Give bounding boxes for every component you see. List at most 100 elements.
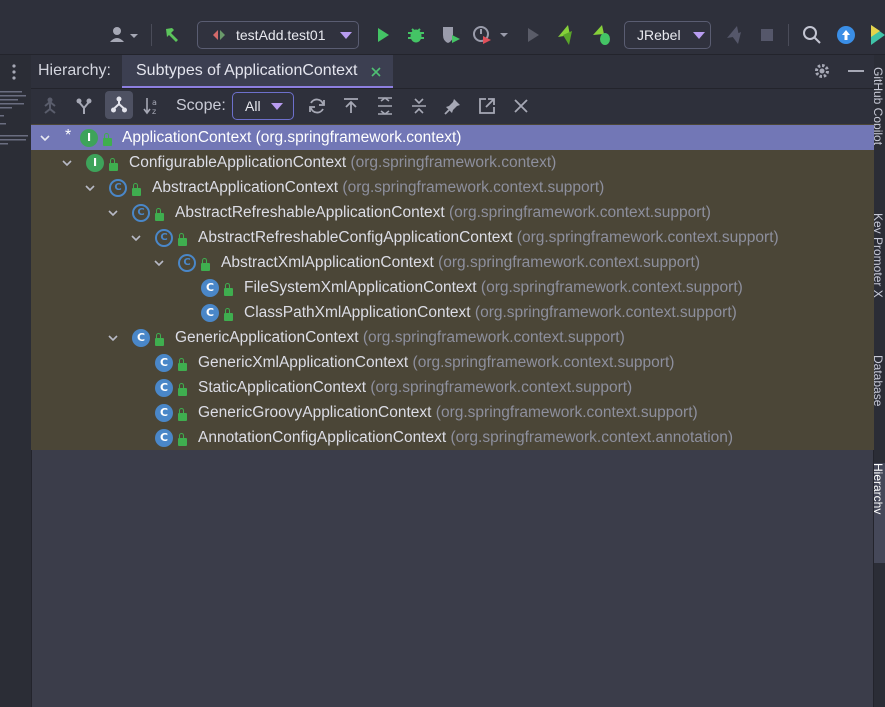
open-in-window-icon[interactable] bbox=[476, 95, 498, 117]
gear-icon[interactable] bbox=[813, 62, 831, 80]
jrebel-label: JRebel bbox=[637, 27, 681, 43]
star-marker: * bbox=[65, 127, 72, 144]
tree-row[interactable]: C AbstractApplicationContext (org.spring… bbox=[31, 175, 874, 200]
chevron-down-icon[interactable] bbox=[61, 157, 73, 169]
hierarchy-tool-tab[interactable]: Hierarchy bbox=[874, 463, 885, 563]
chevron-down-icon[interactable] bbox=[39, 132, 51, 144]
tree-row[interactable]: I ConfigurableApplicationContext (org.sp… bbox=[31, 150, 874, 175]
tree-item-label: StaticApplicationContext (org.springfram… bbox=[198, 378, 633, 396]
chevron-down-icon[interactable] bbox=[107, 207, 119, 219]
expand-all-icon[interactable] bbox=[374, 95, 396, 117]
chevron-down-icon bbox=[692, 31, 705, 39]
key-promoter-tool-tab[interactable]: Key Promoter X bbox=[874, 213, 885, 323]
svg-text:a: a bbox=[152, 98, 157, 107]
minimize-icon[interactable] bbox=[848, 70, 864, 72]
public-access-icon bbox=[155, 208, 164, 221]
code-minimap bbox=[0, 90, 31, 160]
svg-text:z: z bbox=[152, 107, 156, 116]
chevron-down-icon bbox=[270, 102, 283, 110]
hierarchy-tree: * I ApplicationContext (org.springframew… bbox=[31, 124, 874, 450]
scope-value: All bbox=[245, 98, 261, 114]
tree-row[interactable]: C AnnotationConfigApplicationContext (or… bbox=[31, 425, 874, 450]
toolbar-divider bbox=[151, 24, 152, 46]
tree-row[interactable]: C AbstractRefreshableConfigApplicationCo… bbox=[31, 225, 874, 250]
class-icon: C bbox=[155, 403, 173, 422]
public-access-icon bbox=[178, 383, 187, 396]
abstract-class-icon: C bbox=[155, 228, 173, 247]
tab-subtypes[interactable]: Subtypes of ApplicationContext bbox=[122, 55, 393, 88]
public-access-icon bbox=[103, 133, 112, 146]
base-on-this-class-icon[interactable] bbox=[340, 95, 362, 117]
tree-row[interactable]: C ClassPathXmlApplicationContext (org.sp… bbox=[31, 300, 874, 325]
public-access-icon bbox=[132, 183, 141, 196]
tree-item-label: AbstractApplicationContext (org.springfr… bbox=[152, 178, 605, 196]
chevron-down-icon[interactable] bbox=[130, 232, 142, 244]
debug-bug-icon[interactable] bbox=[406, 25, 426, 45]
chevron-down-icon[interactable] bbox=[84, 182, 96, 194]
config-icon bbox=[212, 28, 226, 42]
tree-row[interactable]: C GenericXmlApplicationContext (org.spri… bbox=[31, 350, 874, 375]
tree-item-label: ClassPathXmlApplicationContext (org.spri… bbox=[244, 303, 737, 321]
update-icon[interactable] bbox=[836, 25, 856, 45]
class-icon: C bbox=[155, 378, 173, 397]
chevron-down-icon bbox=[339, 31, 352, 39]
tree-item-label: AbstractRefreshableApplicationContext (o… bbox=[175, 203, 711, 221]
tree-row[interactable]: C GenericApplicationContext (org.springf… bbox=[31, 325, 874, 350]
chevron-down-icon[interactable] bbox=[107, 332, 119, 344]
close-panel-icon[interactable] bbox=[510, 95, 532, 117]
jrebel-disabled-icon bbox=[724, 24, 746, 46]
tree-item-label: AnnotationConfigApplicationContext (org.… bbox=[198, 428, 734, 446]
subtypes-icon[interactable] bbox=[105, 91, 133, 119]
build-hammer-icon[interactable] bbox=[162, 25, 182, 45]
toolbar-divider bbox=[788, 24, 789, 46]
jrebel-selector[interactable]: JRebel bbox=[624, 21, 711, 49]
run-icon[interactable] bbox=[374, 26, 392, 44]
tree-row[interactable]: C AbstractRefreshableApplicationContext … bbox=[31, 200, 874, 225]
close-icon[interactable] bbox=[370, 65, 382, 77]
stop-icon bbox=[760, 28, 774, 42]
tree-item-label: GenericGroovyApplicationContext (org.spr… bbox=[198, 403, 698, 421]
interface-icon: I bbox=[86, 153, 104, 172]
tree-row[interactable]: C StaticApplicationContext (org.springfr… bbox=[31, 375, 874, 400]
profiler-icon[interactable] bbox=[472, 25, 512, 45]
supertypes-icon[interactable] bbox=[73, 95, 95, 117]
copilot-tool-tab[interactable]: GitHub Copilot bbox=[874, 67, 885, 177]
hierarchy-toolbar: az Scope: All bbox=[31, 89, 874, 124]
interface-icon: I bbox=[80, 128, 98, 147]
class-icon: C bbox=[201, 303, 219, 322]
run-disabled-icon bbox=[524, 26, 542, 44]
database-tool-tab[interactable]: Database bbox=[874, 355, 885, 435]
coverage-icon[interactable] bbox=[440, 25, 462, 45]
panel-title: Hierarchy: bbox=[38, 62, 111, 79]
public-access-icon bbox=[178, 358, 187, 371]
collapse-all-icon[interactable] bbox=[408, 95, 430, 117]
tree-item-label: GenericApplicationContext (org.springfra… bbox=[175, 328, 625, 346]
tree-row[interactable]: C AbstractXmlApplicationContext (org.spr… bbox=[31, 250, 874, 275]
tree-item-label: ConfigurableApplicationContext (org.spri… bbox=[129, 153, 557, 171]
pin-icon[interactable] bbox=[442, 95, 464, 117]
class-icon: C bbox=[155, 353, 173, 372]
tree-item-label: FileSystemXmlApplicationContext (org.spr… bbox=[244, 278, 743, 296]
right-tool-strip: GitHub Copilot Key Promoter X Database H… bbox=[873, 55, 885, 707]
plugin-logo-icon[interactable] bbox=[868, 23, 885, 47]
user-icon[interactable] bbox=[108, 25, 142, 45]
scope-dropdown[interactable]: All bbox=[232, 92, 294, 120]
hierarchy-panel-header: Hierarchy: Subtypes of ApplicationContex… bbox=[31, 55, 874, 89]
tree-row[interactable]: * I ApplicationContext (org.springframew… bbox=[31, 125, 874, 150]
jrebel-run-icon[interactable] bbox=[555, 23, 577, 47]
refresh-icon[interactable] bbox=[306, 95, 328, 117]
public-access-icon bbox=[155, 333, 164, 346]
jrebel-debug-icon[interactable] bbox=[590, 23, 614, 47]
sort-alphabetically-icon[interactable]: az bbox=[141, 95, 163, 117]
tree-item-label: ApplicationContext (org.springframework.… bbox=[122, 128, 462, 146]
public-access-icon bbox=[178, 233, 187, 246]
key-promoter-tab-label: Key Promoter X bbox=[874, 213, 885, 298]
hierarchy-tab-label: Hierarchy bbox=[874, 463, 885, 515]
search-icon[interactable] bbox=[802, 25, 822, 45]
more-options-icon[interactable] bbox=[12, 63, 16, 81]
tree-row[interactable]: C GenericGroovyApplicationContext (org.s… bbox=[31, 400, 874, 425]
abstract-class-icon: C bbox=[109, 178, 127, 197]
tree-row[interactable]: C FileSystemXmlApplicationContext (org.s… bbox=[31, 275, 874, 300]
run-config-selector[interactable]: testAdd.test01 bbox=[197, 21, 359, 49]
chevron-down-icon[interactable] bbox=[153, 257, 165, 269]
